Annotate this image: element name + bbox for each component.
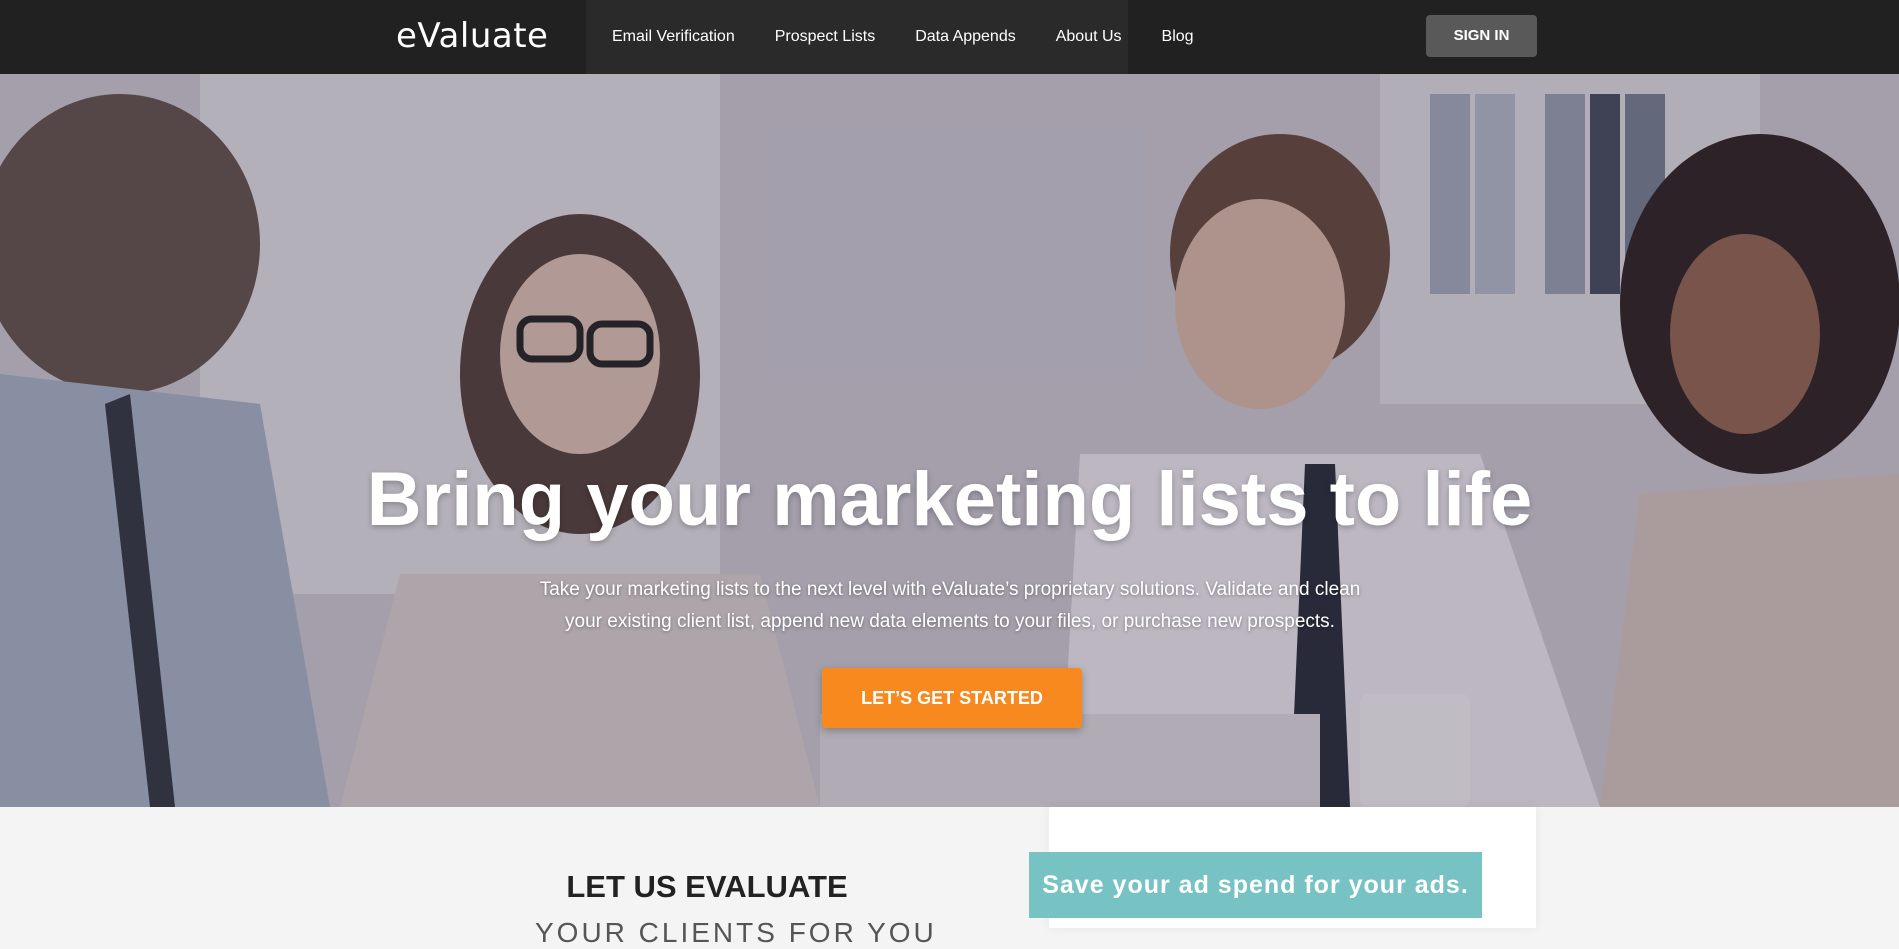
hero-subtitle: Take your marketing lists to the next le… (520, 574, 1380, 638)
nav-email-verification[interactable]: Email Verification (612, 28, 735, 46)
nav-blog[interactable]: Blog (1162, 28, 1194, 46)
sign-in-button[interactable]: SIGN IN (1426, 15, 1537, 57)
main-nav: Email Verification Prospect Lists Data A… (612, 0, 1234, 74)
nav-data-appends[interactable]: Data Appends (915, 28, 1016, 46)
section-subtitle: YOUR CLIENTS FOR YOU (535, 917, 937, 948)
hero-title: Bring your marketing lists to life (366, 457, 1533, 542)
nav-prospect-lists[interactable]: Prospect Lists (775, 28, 875, 46)
nav-about-us[interactable]: About Us (1056, 28, 1122, 46)
evaluate-logo[interactable]: eValuate (396, 13, 548, 56)
top-navbar: eValuate Email Verification Prospect Lis… (0, 0, 1899, 74)
hero-section: Bring your marketing lists to life Take … (0, 74, 1899, 807)
get-started-button[interactable]: LET’S GET STARTED (822, 668, 1082, 728)
hero-subtitle-line-2: your existing client list, append new da… (565, 611, 1335, 632)
promo-banner: Save your ad spend for your ads. (1029, 852, 1482, 918)
hero-subtitle-line-1: Take your marketing lists to the next le… (539, 579, 1361, 600)
evaluate-section: LET US EVALUATE YOUR CLIENTS FOR YOU Sav… (0, 807, 1899, 948)
